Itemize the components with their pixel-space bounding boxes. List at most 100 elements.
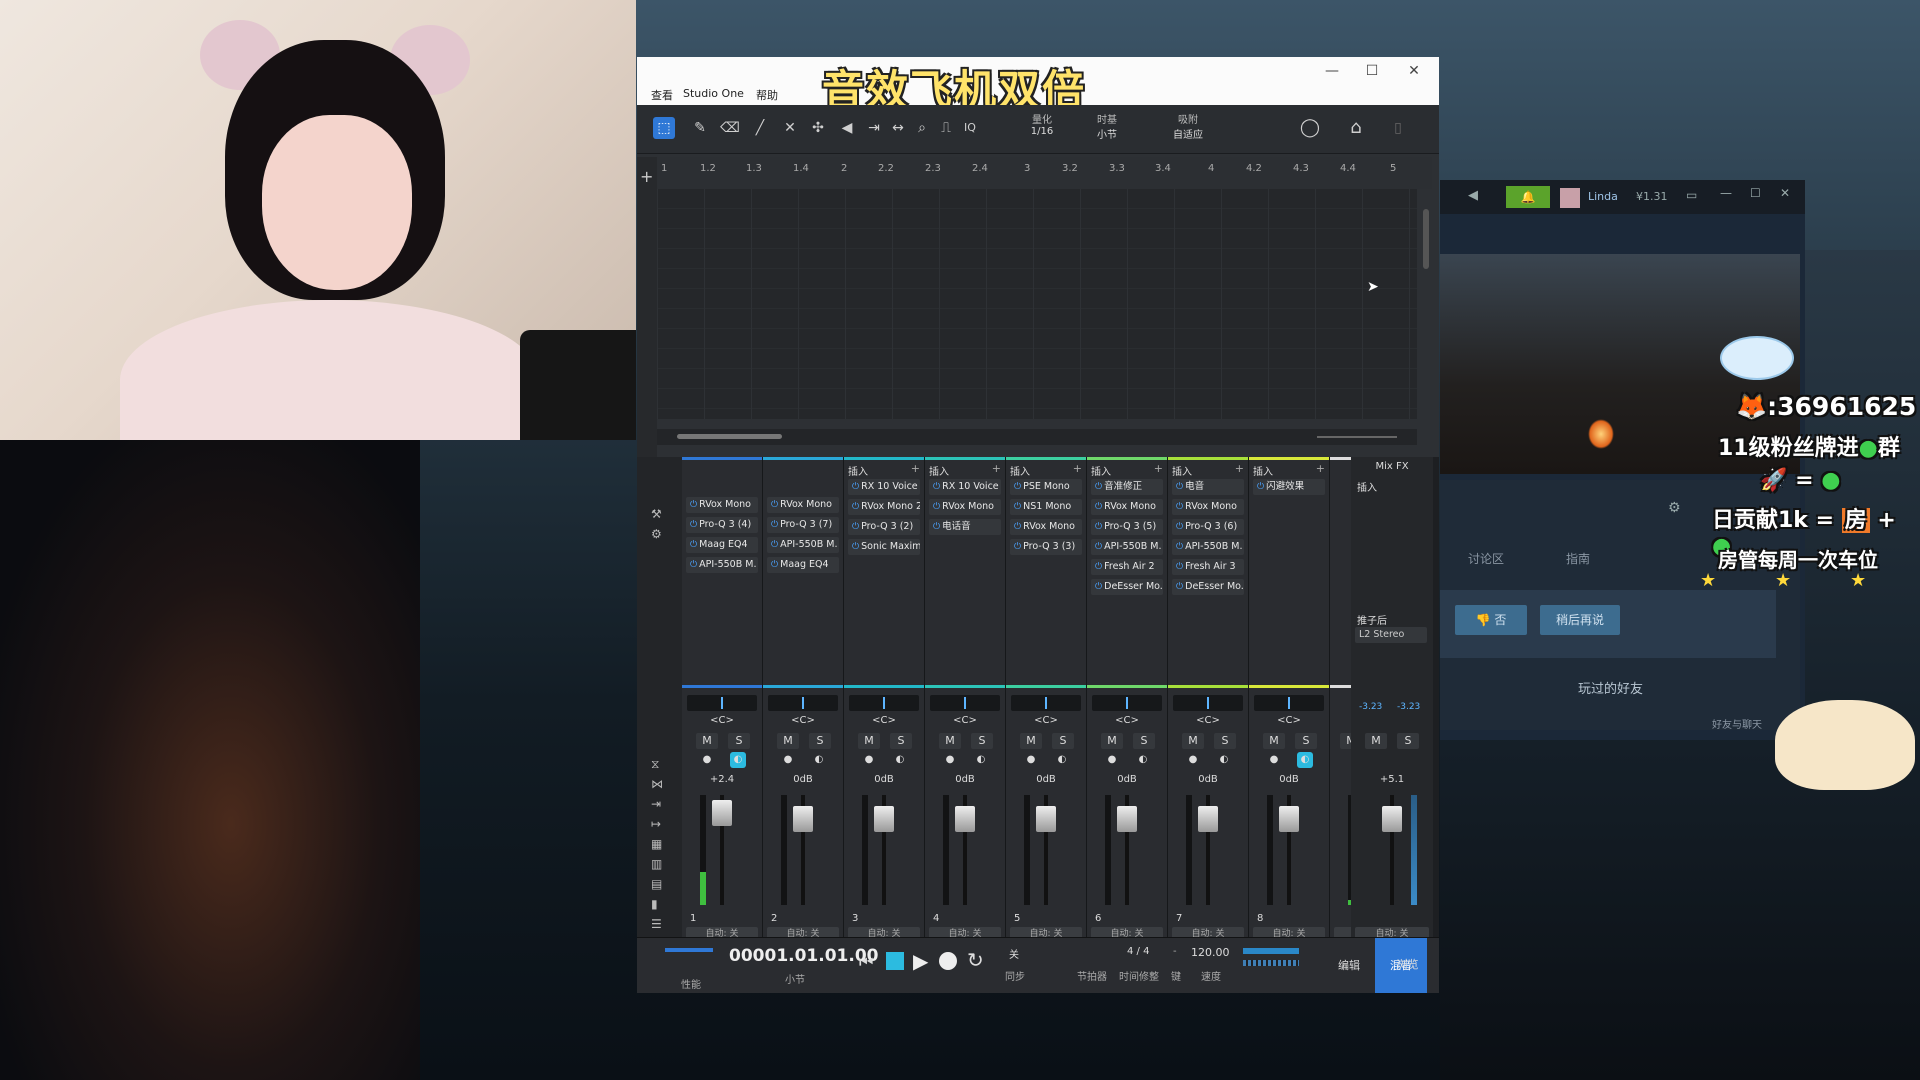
pan-knob[interactable] xyxy=(1173,695,1243,711)
power-icon[interactable]: ⏻ xyxy=(1176,582,1183,592)
iq-button[interactable]: IQ xyxy=(959,117,981,139)
pan-knob[interactable] xyxy=(1011,695,1081,711)
monitor-icon[interactable]: ◐ xyxy=(1297,752,1313,768)
power-icon[interactable]: ⏻ xyxy=(1095,542,1102,552)
insert-slot[interactable]: ⏻ RX 10 Voice xyxy=(848,479,920,495)
tab-guides[interactable]: 指南 xyxy=(1566,550,1590,567)
add-insert-icon[interactable]: + xyxy=(1316,462,1325,475)
insert-slot[interactable]: ⏻ RVox Mono xyxy=(1091,499,1163,515)
fader-handle[interactable] xyxy=(1382,806,1402,832)
fader-handle[interactable] xyxy=(793,806,813,832)
insert-slot[interactable]: ⏻ 闪避效果 xyxy=(1253,479,1325,495)
input-icon[interactable]: ⋈ xyxy=(651,777,663,791)
vertical-scrollbar[interactable] xyxy=(1423,209,1429,269)
record-arm-icon[interactable]: ● xyxy=(861,752,877,768)
add-insert-icon[interactable]: + xyxy=(992,462,1001,475)
insert-slot[interactable]: ⏻ DeEsser Mo. xyxy=(1091,579,1163,595)
power-icon[interactable]: ⏻ xyxy=(852,502,859,512)
record-arm-icon[interactable]: ● xyxy=(942,752,958,768)
quantize-selector[interactable]: 量化 1/16 xyxy=(1017,111,1067,137)
steam-close-icon[interactable]: ✕ xyxy=(1780,186,1790,200)
nudge-icon[interactable]: ⇥ xyxy=(863,117,885,139)
tab-browse-label[interactable]: 浏览 xyxy=(1380,937,1435,992)
add-insert-icon[interactable]: + xyxy=(1235,462,1244,475)
power-icon[interactable]: ⏻ xyxy=(1095,582,1102,592)
power-icon[interactable]: ⏻ xyxy=(1014,502,1021,512)
power-icon[interactable]: ⏻ xyxy=(1095,502,1102,512)
steam-maximize-icon[interactable]: ☐ xyxy=(1750,186,1761,200)
insert-slot[interactable]: ⏻ Fresh Air 2 xyxy=(1091,559,1163,575)
monitor-icon[interactable]: ◐ xyxy=(892,752,908,768)
insert-slot[interactable]: ⏻ RX 10 Voice xyxy=(929,479,1001,495)
fader-handle[interactable] xyxy=(1198,806,1218,832)
record-arm-icon[interactable]: ● xyxy=(1266,752,1282,768)
power-icon[interactable]: ⏻ xyxy=(1257,482,1264,492)
insert-slot[interactable]: ⏻ Pro-Q 3 (7) xyxy=(767,517,839,533)
power-icon[interactable]: ⏻ xyxy=(690,560,697,570)
bend-icon[interactable]: ↔ xyxy=(887,117,909,139)
pan-knob[interactable] xyxy=(930,695,1000,711)
zoom-slider[interactable] xyxy=(1317,436,1397,438)
power-icon[interactable]: ⏻ xyxy=(1095,562,1102,572)
fader-handle[interactable] xyxy=(1036,806,1056,832)
minimize-button[interactable]: — xyxy=(1317,63,1347,79)
insert-slot[interactable]: ⏻ RVox Mono xyxy=(686,497,758,513)
grid-icon[interactable]: ▦ xyxy=(651,837,662,851)
stop-icon[interactable] xyxy=(886,952,904,970)
power-icon[interactable]: ⏻ xyxy=(1014,542,1021,552)
power-icon[interactable]: ⏻ xyxy=(852,542,859,552)
speaker-icon[interactable]: ◀ xyxy=(1468,188,1478,203)
solo-button[interactable]: S xyxy=(1133,733,1155,749)
solo-button[interactable]: S xyxy=(728,733,750,749)
metronome-label[interactable]: 节拍器 xyxy=(1077,968,1107,983)
insert-slot[interactable]: ⏻ PSE Mono xyxy=(1010,479,1082,495)
insert-slot[interactable]: ⏻ RVox Mono xyxy=(1010,519,1082,535)
monitor-icon[interactable]: ◐ xyxy=(811,752,827,768)
snap-selector[interactable]: 吸附 自适应 xyxy=(1153,111,1223,141)
power-icon[interactable]: ⏻ xyxy=(933,482,940,492)
solo-button[interactable]: S xyxy=(971,733,993,749)
power-icon[interactable]: ⏻ xyxy=(1176,562,1183,572)
wrench-icon[interactable]: ⚒ xyxy=(651,507,662,521)
insert-slot[interactable]: ⏻ DeEsser Mo. xyxy=(1172,579,1244,595)
time-display[interactable]: 00001.01.01.00 xyxy=(729,946,879,966)
page-icon[interactable]: ▯ xyxy=(1387,117,1409,139)
record-arm-icon[interactable]: ● xyxy=(699,752,715,768)
solo-button[interactable]: S xyxy=(809,733,831,749)
solo-button[interactable]: S xyxy=(1214,733,1236,749)
power-icon[interactable]: ⏻ xyxy=(1014,482,1021,492)
pan-knob[interactable] xyxy=(768,695,838,711)
post-fader-label[interactable]: 推子后 xyxy=(1357,612,1387,627)
insert-slot[interactable]: ⏻ 电音 xyxy=(1172,479,1244,495)
output-icon[interactable]: ⇥ xyxy=(651,797,661,811)
rewind-icon[interactable]: ⏮ xyxy=(859,952,873,972)
add-track-icon[interactable]: + xyxy=(640,167,653,186)
menu-help[interactable]: 帮助 xyxy=(756,87,778,103)
record-arm-icon[interactable]: ● xyxy=(1104,752,1120,768)
mute-button[interactable]: M xyxy=(1020,733,1042,749)
pencil-tool-icon[interactable]: ✎ xyxy=(689,117,711,139)
meter-icon[interactable]: ▮ xyxy=(651,897,658,911)
maximize-button[interactable]: ☐ xyxy=(1357,63,1387,79)
monitor-icon[interactable]: ◐ xyxy=(1054,752,1070,768)
insert-slot[interactable]: ⏻ RVox Mono xyxy=(929,499,1001,515)
mute-button[interactable]: M xyxy=(696,733,718,749)
power-icon[interactable]: ⏻ xyxy=(690,500,697,510)
insert-slot[interactable]: ⏻ RVox Mono 2 xyxy=(848,499,920,515)
insert-slot[interactable]: ⏻ Pro-Q 3 (2) xyxy=(848,519,920,535)
menu-view[interactable]: 查看 xyxy=(651,87,673,103)
power-icon[interactable]: ⏻ xyxy=(771,520,778,530)
split-tool-icon[interactable]: ✣ xyxy=(807,117,829,139)
time-unit[interactable]: 小节 xyxy=(785,971,805,986)
mixfx-insert-label[interactable]: 插入 xyxy=(1357,479,1377,494)
insert-label[interactable]: 插入 xyxy=(1091,463,1111,478)
avatar[interactable] xyxy=(1560,188,1580,208)
power-icon[interactable]: ⏻ xyxy=(690,520,697,530)
mute-button[interactable]: M xyxy=(1182,733,1204,749)
power-icon[interactable]: ⏻ xyxy=(933,502,940,512)
record-arm-icon[interactable]: ● xyxy=(780,752,796,768)
tab-discussions[interactable]: 讨论区 xyxy=(1468,550,1504,567)
mute-button[interactable]: M xyxy=(1365,733,1387,749)
auto-scroll-icon[interactable]: ⎍ xyxy=(935,117,957,139)
mute-button[interactable]: M xyxy=(858,733,880,749)
